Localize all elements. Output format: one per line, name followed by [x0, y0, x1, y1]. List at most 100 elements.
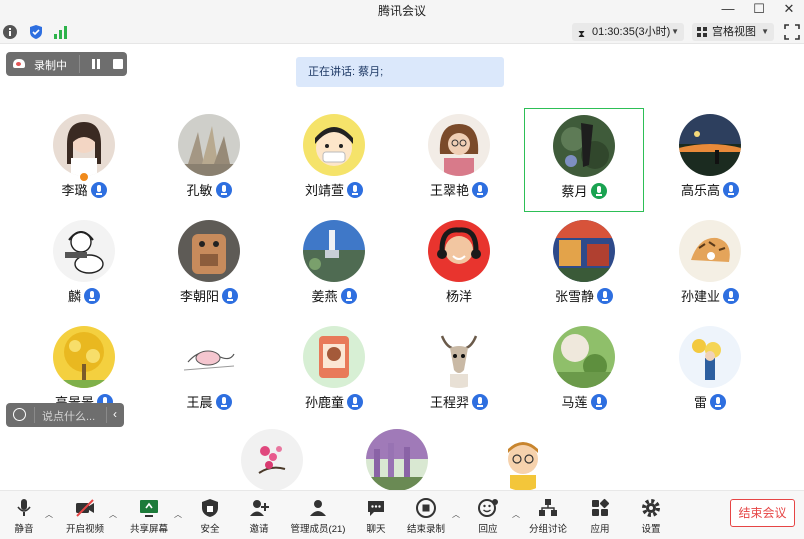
maximize-icon[interactable]: ☐	[744, 0, 774, 20]
participant-tile[interactable]: 蔡月	[524, 108, 644, 212]
participant-name-text: 孔敏	[186, 183, 213, 198]
stop-recording-button[interactable]	[113, 59, 123, 69]
members-icon	[310, 500, 326, 516]
participant-name: 麟	[24, 286, 144, 305]
security-shield-icon	[202, 499, 218, 517]
fullscreen-icon[interactable]	[784, 24, 800, 40]
participant-name-text: 孙建业	[680, 289, 720, 304]
participant-avatar[interactable]	[553, 326, 615, 388]
participant-avatar[interactable]	[241, 429, 303, 491]
participant-avatar[interactable]	[366, 429, 428, 491]
participant-avatar[interactable]	[679, 220, 741, 282]
chat-input-bar[interactable]: 说点什么... ‹	[6, 403, 124, 427]
microphone-icon	[723, 182, 739, 198]
participant-avatar[interactable]	[428, 326, 490, 388]
participant-avatar[interactable]	[53, 220, 115, 282]
participant-tile[interactable]: 麟	[24, 214, 144, 318]
start-video-button[interactable]: 开启视频	[55, 494, 115, 538]
microphone-icon	[597, 288, 613, 304]
chevron-left-icon[interactable]: ‹	[113, 407, 117, 421]
chat-placeholder[interactable]: 说点什么...	[42, 408, 95, 424]
bottom-toolbar: 静音 ︿ 开启视频 ︿ 共享屏幕 ︿ 安全 邀请 管理成员(21) 聊天 结束录…	[0, 490, 804, 539]
participant-name: 王翠艳	[399, 180, 519, 199]
stop-recording-toolbar-button[interactable]: 结束录制	[396, 494, 456, 538]
participant-name-text: 王晨	[186, 395, 213, 410]
participant-name: 李璐	[24, 180, 144, 199]
participant-tile[interactable]: 姜燕	[274, 214, 394, 318]
participant-avatar[interactable]	[178, 326, 240, 388]
participant-avatar[interactable]	[553, 220, 615, 282]
window-title: 腾讯会议	[377, 4, 426, 18]
participant-avatar[interactable]	[679, 114, 741, 176]
microphone-icon	[222, 288, 238, 304]
participant-tile[interactable]: 王翠艳	[399, 108, 519, 212]
participant-avatar[interactable]	[492, 429, 554, 491]
microphone-icon	[215, 182, 232, 198]
mute-label: 静音	[14, 524, 34, 535]
chevron-up-icon[interactable]: ︿	[109, 509, 117, 520]
gear-icon	[642, 499, 660, 517]
participant-avatar[interactable]	[53, 114, 115, 176]
meeting-timer[interactable]: ⧗ 01:30:35(3小时) ▼	[572, 23, 684, 41]
participant-avatar[interactable]	[303, 326, 365, 388]
participant-name: 李朝阳	[149, 286, 269, 305]
apps-icon	[592, 498, 610, 516]
settings-button[interactable]: 设置	[621, 494, 681, 538]
participant-name: 王程羿	[399, 392, 519, 411]
pause-recording-button[interactable]	[89, 56, 103, 72]
participant-tile[interactable]: 刘靖萱	[274, 108, 394, 212]
participant-avatar[interactable]	[428, 114, 490, 176]
view-mode-label: 宫格视图	[712, 26, 756, 38]
participant-avatar[interactable]	[679, 326, 741, 388]
invite-button[interactable]: 邀请	[229, 494, 289, 538]
share-screen-button[interactable]: 共享屏幕	[119, 494, 179, 538]
participant-avatar[interactable]	[53, 326, 115, 388]
participant-tile[interactable]: 马莲	[524, 320, 644, 424]
breakout-rooms-button[interactable]: 分组讨论	[518, 494, 578, 538]
divider	[79, 55, 80, 73]
participant-name-text: 孙鹿童	[304, 395, 344, 410]
participant-tile[interactable]: 杨洋	[399, 214, 519, 318]
participant-tile[interactable]: 王晨	[149, 320, 269, 424]
microphone-icon	[17, 499, 31, 516]
participant-name-text: 李璐	[61, 183, 88, 198]
breakout-icon	[539, 499, 557, 516]
participant-avatar[interactable]	[178, 114, 240, 176]
emoji-icon[interactable]	[13, 408, 26, 421]
participant-avatar[interactable]	[303, 220, 365, 282]
divider	[106, 407, 107, 423]
shield-icon[interactable]	[28, 24, 44, 40]
participant-avatar[interactable]	[553, 115, 615, 177]
participant-tile[interactable]: 张雪静	[524, 214, 644, 318]
chevron-up-icon[interactable]: ︿	[45, 509, 53, 520]
members-label: 管理成员(21)	[290, 524, 346, 535]
minimize-icon[interactable]: —	[713, 0, 743, 20]
manage-members-button[interactable]: 管理成员(21)	[288, 494, 348, 538]
participant-name: 雷	[650, 392, 770, 411]
speaking-banner: 正在讲话: 蔡月;	[296, 57, 504, 87]
participant-avatar[interactable]	[428, 220, 490, 282]
participant-tile[interactable]: 李朝阳	[149, 214, 269, 318]
participant-tile[interactable]: 王程羿	[399, 320, 519, 424]
close-icon[interactable]: ✕	[774, 0, 804, 20]
microphone-icon	[590, 394, 607, 410]
participant-avatar[interactable]	[178, 220, 240, 282]
info-icon[interactable]	[2, 24, 18, 40]
participant-tile[interactable]: 高乐高	[650, 108, 770, 212]
speaking-mic-icon	[590, 183, 607, 199]
view-mode-dropdown[interactable]: 宫格视图 ▼	[692, 23, 774, 41]
end-meeting-button[interactable]: 结束会议	[730, 499, 795, 527]
participant-tile[interactable]: 孙建业	[650, 214, 770, 318]
participant-avatar[interactable]	[303, 114, 365, 176]
reaction-icon	[478, 499, 498, 517]
participant-name: 姜燕	[274, 286, 394, 305]
signal-icon[interactable]	[53, 24, 69, 40]
participant-tile[interactable]: 孔敏	[149, 108, 269, 212]
participant-tile[interactable]: 雷	[650, 320, 770, 424]
reaction-button[interactable]: 回应	[458, 494, 518, 538]
participant-tile[interactable]: 孙鹿童	[274, 320, 394, 424]
top-toolbar: ⧗ 01:30:35(3小时) ▼ 宫格视图 ▼	[0, 20, 804, 44]
microphone-icon	[215, 394, 232, 410]
participant-tile[interactable]: 李璐	[24, 108, 144, 212]
timer-text: 01:30:35(3小时)	[592, 26, 671, 38]
